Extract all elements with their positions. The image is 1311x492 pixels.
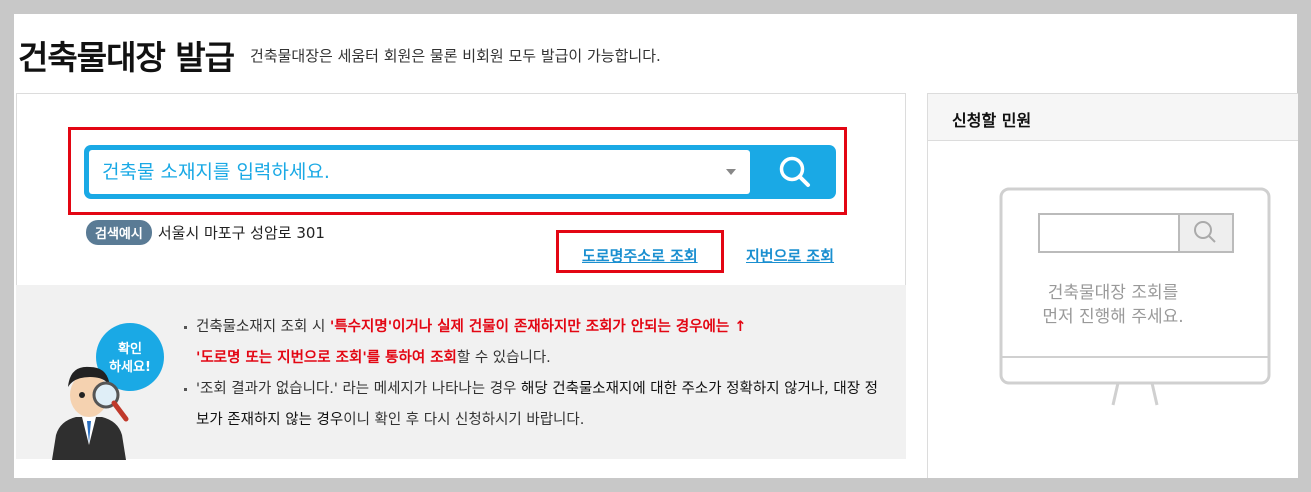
page-subtitle: 건축물대장은 세움터 회원은 물론 비회원 모두 발급이 가능합니다. (250, 47, 661, 65)
notice-list: 건축물소재지 조회 시 '특수지명'이거나 실제 건물이 존재하지만 조회가 안… (184, 312, 884, 436)
sidebar-title: 신청할 민원 (952, 111, 1032, 130)
jibun-lookup-link[interactable]: 지번으로 조회 (746, 245, 834, 266)
notice-panel: 확인 하세요! 건축물소재지 조회 시 '특수지명'이거나 실제 건물이 존재하… (16, 285, 906, 460)
road-address-lookup-link[interactable]: 도로명주소로 조회 (582, 245, 698, 266)
sidebar-message-line1: 건축물대장 조회를 (1047, 283, 1179, 303)
example-text: 서울시 마포구 성암로 301 (157, 224, 325, 242)
notice-item: 건축물소재지 조회 시 '특수지명'이거나 실제 건물이 존재하지만 조회가 안… (184, 312, 884, 374)
search-button[interactable] (754, 145, 836, 199)
search-input-wrap (89, 150, 750, 194)
notice-item: '조회 결과가 없습니다.' 라는 메세지가 나타나는 경우 해당 건축물소재지… (184, 374, 884, 436)
mascot-bubble-line1: 확인 (118, 341, 142, 357)
mascot-bubble-line2: 하세요! (109, 359, 151, 375)
page-frame: 건축물대장 발급 건축물대장은 세움터 회원은 물론 비회원 모두 발급이 가능… (14, 14, 1298, 478)
search-bar (84, 145, 836, 199)
mascot-magnifier-icon: 확인 하세요! (52, 323, 164, 460)
application-sidebar: 신청할 민원 건축물대장 조회를 먼저 진행해 주세요. (927, 93, 1298, 478)
search-example: 검색예시 서울시 마포구 성암로 301 (86, 220, 325, 245)
example-badge: 검색예시 (86, 220, 152, 245)
chevron-down-icon[interactable] (726, 169, 736, 175)
search-panel: 검색예시 서울시 마포구 성암로 301 도로명주소로 조회 지번으로 조회 (16, 93, 906, 287)
search-icon (779, 156, 810, 187)
search-input[interactable] (89, 150, 750, 194)
sidebar-header: 신청할 민원 (928, 93, 1298, 141)
sidebar-message-line2: 먼저 진행해 주세요. (1042, 307, 1184, 327)
page-title: 건축물대장 발급 (18, 38, 235, 77)
title-row: 건축물대장 발급 건축물대장은 세움터 회원은 물론 비회원 모두 발급이 가능… (18, 14, 661, 74)
